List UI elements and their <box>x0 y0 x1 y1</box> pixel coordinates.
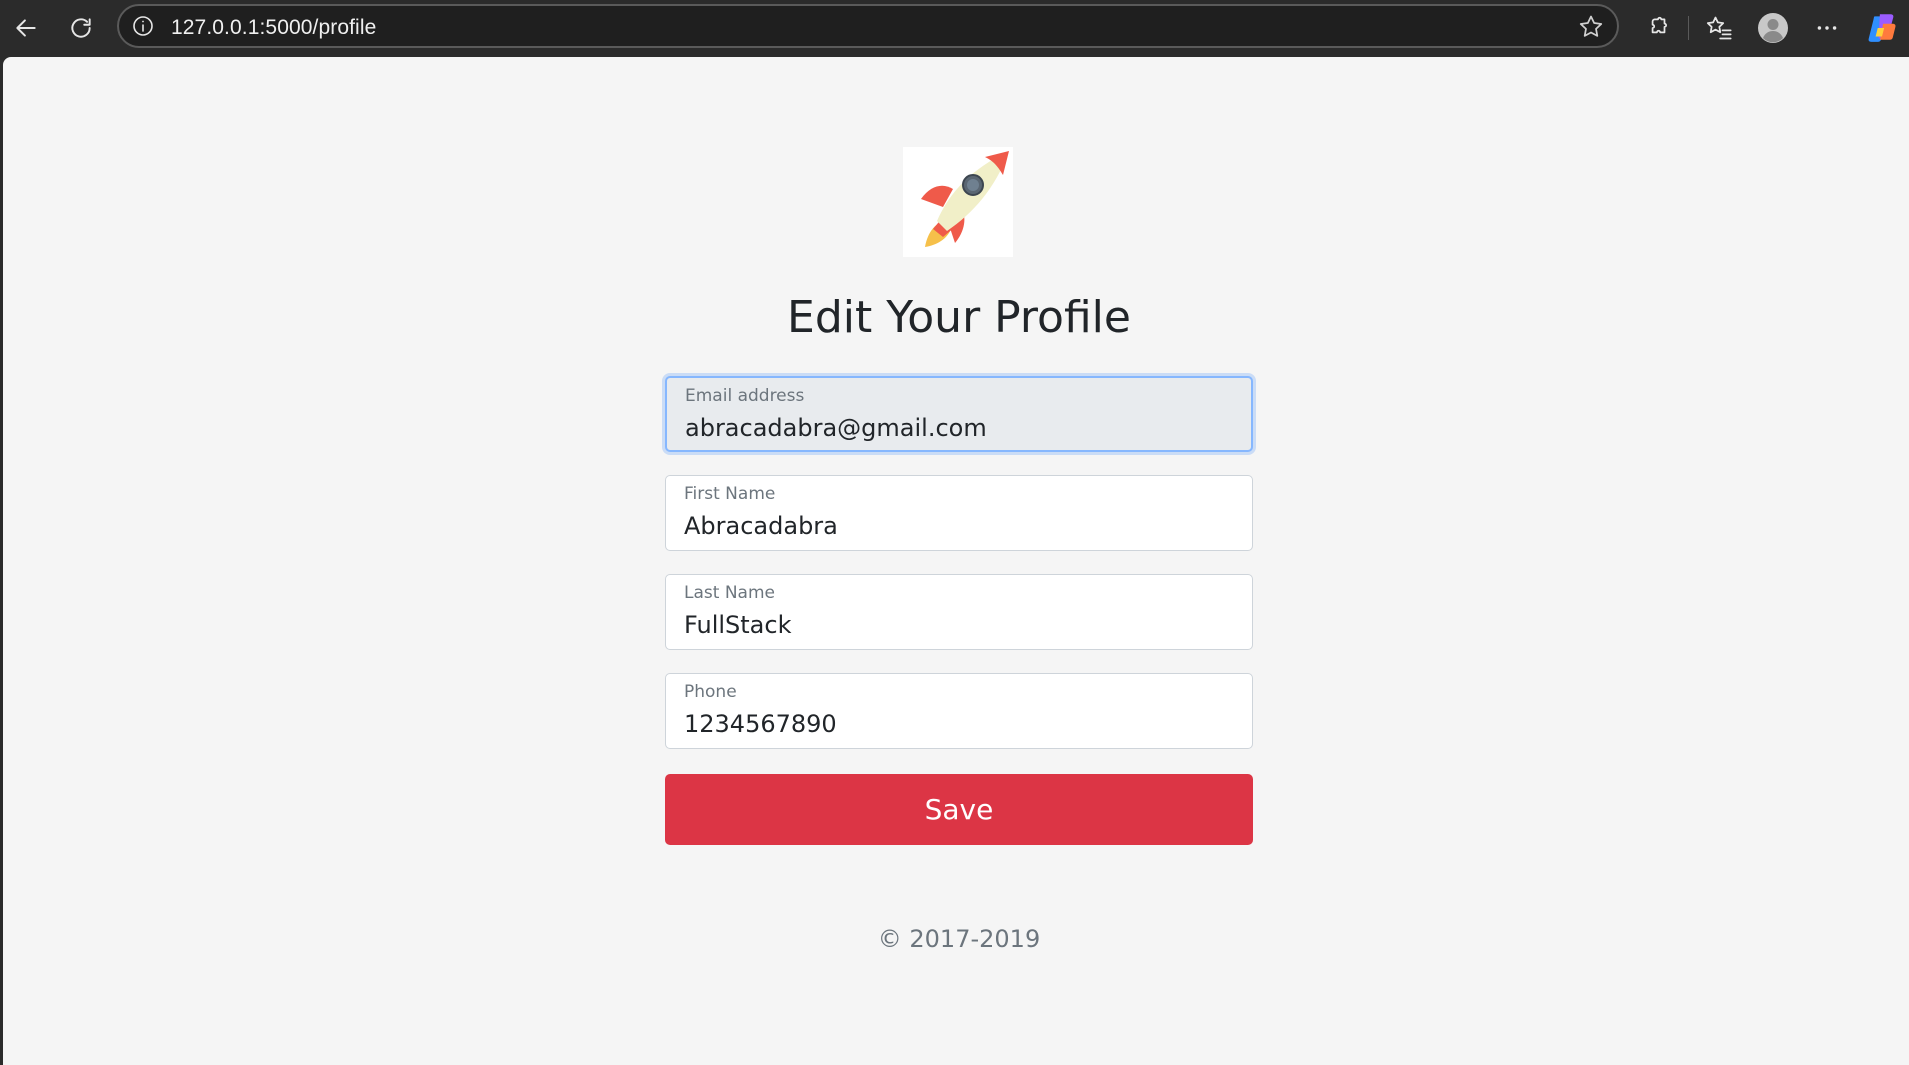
back-arrow-icon <box>16 19 36 37</box>
favorites-icon <box>1706 16 1732 40</box>
back-button[interactable] <box>6 8 46 48</box>
url-text[interactable]: 127.0.0.1:5000/profile <box>171 16 376 40</box>
extensions-icon <box>1651 16 1667 34</box>
page-title: Edit Your Profile <box>787 292 1131 343</box>
first-name-field[interactable]: First Name <box>665 475 1253 551</box>
refresh-icon <box>71 18 91 38</box>
favorites-button[interactable] <box>1699 8 1739 48</box>
email-field[interactable]: Email address <box>665 376 1253 452</box>
page-content: Edit Your Profile Email address First Na… <box>3 57 1909 1065</box>
browser-toolbar: 127.0.0.1:5000/profile <box>0 0 1909 56</box>
more-options-icon <box>1817 26 1837 30</box>
favorite-star-icon[interactable] <box>1577 13 1605 41</box>
footer-copyright: © 2017-2019 <box>877 925 1041 953</box>
phone-field[interactable]: Phone <box>665 673 1253 749</box>
last-name-label: Last Name <box>684 583 775 603</box>
copilot-icon <box>1868 14 1896 42</box>
phone-label: Phone <box>684 682 737 702</box>
copilot-button[interactable] <box>1862 8 1902 48</box>
first-name-input[interactable] <box>684 510 1232 542</box>
first-name-label: First Name <box>684 484 776 504</box>
email-input[interactable] <box>685 412 1233 444</box>
last-name-input[interactable] <box>684 609 1232 641</box>
save-button[interactable]: Save <box>665 774 1253 845</box>
phone-input[interactable] <box>684 708 1232 740</box>
extensions-button[interactable] <box>1638 8 1678 48</box>
address-bar[interactable]: 127.0.0.1:5000/profile <box>117 4 1619 48</box>
rocket-logo <box>903 147 1013 257</box>
rocket-icon <box>921 151 1009 247</box>
profile-avatar-icon <box>1758 13 1788 43</box>
site-info-icon[interactable] <box>131 14 155 38</box>
email-label: Email address <box>685 386 805 406</box>
last-name-field[interactable]: Last Name <box>665 574 1253 650</box>
toolbar-divider <box>1688 16 1689 40</box>
refresh-button[interactable] <box>61 8 101 48</box>
profile-button[interactable] <box>1753 8 1793 48</box>
more-options-button[interactable] <box>1807 8 1847 48</box>
